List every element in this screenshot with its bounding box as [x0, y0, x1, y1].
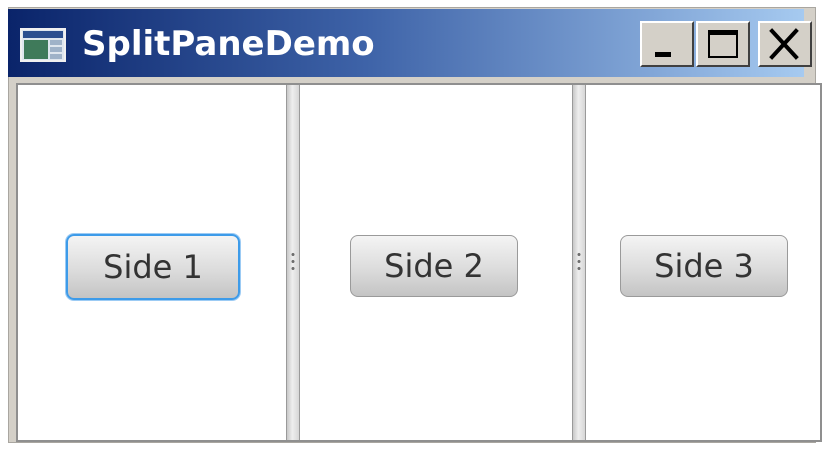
side-3-button[interactable]: Side 3	[620, 235, 788, 297]
minimize-button[interactable]	[640, 21, 694, 67]
divider-grip-icon	[291, 251, 295, 273]
side-2-button[interactable]: Side 2	[350, 235, 518, 297]
pane-side-1: Side 1	[18, 85, 284, 440]
pane-side-2: Side 2	[300, 85, 570, 440]
maximize-icon	[708, 30, 738, 58]
split-divider-2[interactable]	[572, 85, 586, 440]
window-title: SplitPaneDemo	[82, 24, 375, 64]
pane-side-3: Side 3	[586, 85, 820, 440]
side-1-button[interactable]: Side 1	[66, 234, 240, 300]
title-bar[interactable]: SplitPaneDemo	[8, 9, 812, 77]
close-button[interactable]	[758, 21, 812, 67]
divider-grip-icon	[577, 251, 581, 273]
split-pane-container: Side 1 Side 2 Side 3	[16, 83, 822, 442]
app-window-icon	[20, 28, 66, 62]
split-divider-1[interactable]	[286, 85, 300, 440]
minimize-icon	[655, 52, 671, 57]
maximize-button[interactable]	[696, 21, 750, 67]
close-icon	[769, 28, 799, 60]
